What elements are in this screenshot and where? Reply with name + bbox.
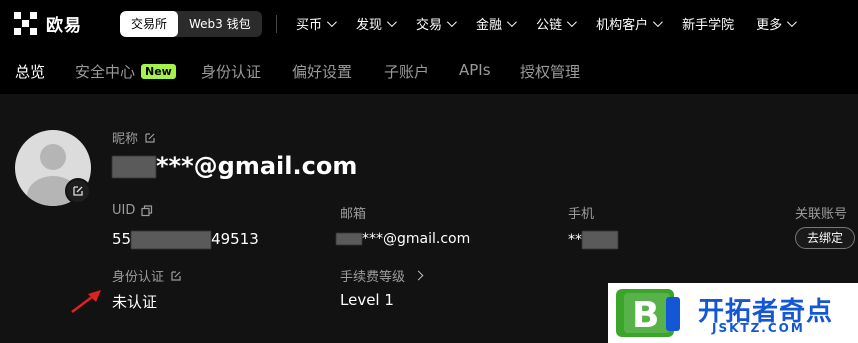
nav-label: 交易 [416,18,443,33]
bind-account-button[interactable]: 去绑定 [795,227,856,249]
uid-label-text: UID [112,203,136,218]
nickname-label: 昵称 [112,128,156,147]
edit-icon [73,186,83,196]
brand-name: 欧易 [46,16,82,36]
chevron-down-icon [787,17,797,28]
nav-chain[interactable]: 公链 [536,14,577,33]
main-nav: 买币 发现 交易 金融 公链 机构客户 新手学院 更多 [296,14,816,33]
tab-apis[interactable]: APIs [459,61,491,79]
phone-text: ** [568,232,582,248]
nav-discover[interactable]: 发现 [356,14,397,33]
tab-overview[interactable]: 总览 [15,61,45,82]
fee-level-value: Level 1 [340,291,394,309]
tab-label: 安全中心 [75,63,136,81]
nickname-text: ***@gmail.com [156,152,358,180]
edit-avatar-button[interactable] [65,178,91,204]
identity-label-text: 身份认证 [112,270,165,285]
uid-prefix: 55 [112,230,132,248]
fee-label-text: 手续费等级 [340,270,406,285]
watermark-logo-icon: B [616,289,680,337]
edit-identity-icon[interactable] [170,270,182,282]
email-label: 邮箱 [340,207,367,222]
tab-subaccount[interactable]: 子账户 [384,61,429,82]
nav-label: 新手学院 [682,18,735,33]
fee-level-link[interactable]: 手续费等级 [340,266,424,285]
nickname-value: ***@gmail.com [112,152,357,180]
identity-label: 身份认证 [112,266,182,285]
nav-buy-crypto[interactable]: 买币 [296,14,337,33]
annotation-arrow-icon [71,290,101,313]
tab-identity[interactable]: 身份认证 [201,61,261,82]
logo[interactable]: 欧易 [14,11,82,36]
chevron-down-icon [386,17,397,28]
uid-value: 55 49513 [112,230,259,249]
chevron-down-icon [447,17,457,28]
nav-label: 更多 [756,18,783,33]
new-badge: New [141,64,176,79]
chevron-down-icon [507,17,517,28]
nav-label: 买币 [296,18,323,33]
uid-suffix: 49513 [211,230,259,248]
chevron-down-icon [567,17,577,28]
okx-logo-icon [14,11,38,36]
avatar-head [40,144,66,170]
web3-wallet-tab[interactable]: Web3 钱包 [178,11,262,37]
nav-label: 金融 [476,18,503,33]
chevron-down-icon [653,17,663,28]
identity-value: 未认证 [112,293,158,311]
nav-finance[interactable]: 金融 [476,14,517,33]
nav-divider [276,15,277,33]
nav-label: 机构客户 [596,18,649,33]
nickname-label-text: 昵称 [112,132,139,147]
email-value: ***@gmail.com [336,231,470,247]
redaction-mask [112,156,156,178]
redaction-mask [131,230,212,249]
tab-preferences[interactable]: 偏好设置 [292,61,352,82]
edit-nickname-icon[interactable] [144,132,156,144]
copy-icon[interactable] [141,204,153,217]
uid-label: UID [112,203,153,218]
phone-value: ** [568,231,618,249]
redaction-mask [582,231,618,249]
account-subtabs: 总览 安全中心 New 身份认证 偏好设置 子账户 APIs 授权管理 [0,46,858,94]
chevron-down-icon [326,17,337,28]
nav-trade[interactable]: 交易 [416,14,457,33]
nav-academy[interactable]: 新手学院 [682,14,734,33]
tab-authorization[interactable]: 授权管理 [520,61,580,82]
watermark-subtitle: JSKTZ.COM [712,321,805,335]
nav-institutional[interactable]: 机构客户 [596,14,663,33]
svg-text:B: B [632,295,659,336]
exchange-tab[interactable]: 交易所 [120,11,179,37]
phone-label: 手机 [568,207,595,222]
nav-more[interactable]: 更多 [756,14,797,33]
redaction-mask [336,233,362,245]
tab-security-center[interactable]: 安全中心 New [75,61,176,82]
platform-switcher: 交易所 Web3 钱包 [120,11,262,37]
watermark: B 开拓者奇点 JSKTZ.COM [608,283,858,343]
avatar-container [15,130,91,206]
linked-account-label: 关联账号 [795,207,848,222]
top-navigation-bar: 欧易 交易所 Web3 钱包 买币 发现 交易 金融 公链 机构客户 新手学院 … [0,0,858,46]
nav-label: 公链 [536,18,563,33]
email-text: ***@gmail.com [362,231,471,247]
chevron-right-icon [413,270,424,281]
nav-label: 发现 [356,18,383,33]
